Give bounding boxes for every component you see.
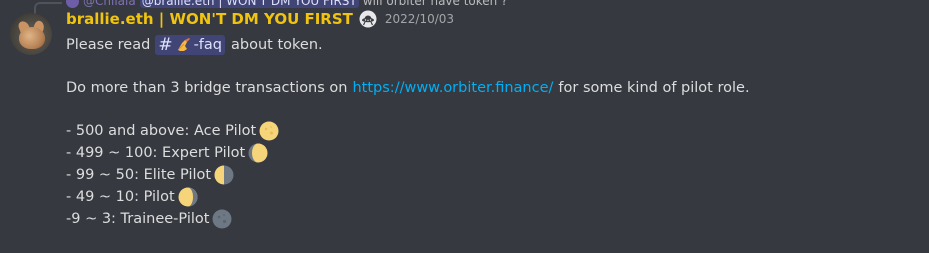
- ufo-icon[interactable]: [359, 10, 377, 28]
- first-quarter-moon-icon: [214, 165, 234, 185]
- avatar[interactable]: [10, 13, 52, 55]
- writing-hand-icon: [177, 38, 190, 51]
- reply-author[interactable]: @Chilala: [83, 0, 136, 8]
- channel-mention-faq[interactable]: # -faq: [155, 35, 226, 55]
- tier-label: - 49 ~ 10: Pilot: [66, 189, 175, 205]
- reply-avatar[interactable]: [66, 0, 79, 8]
- channel-hash: #: [158, 35, 173, 55]
- tier-expert: - 499 ~ 100: Expert Pilot: [66, 143, 268, 163]
- tier-label: - 99 ~ 50: Elite Pilot: [66, 167, 212, 183]
- tier-elite: - 99 ~ 50: Elite Pilot: [66, 165, 234, 185]
- reply-text[interactable]: will orbiter have token ?: [363, 0, 508, 8]
- timestamp[interactable]: 2022/10/03: [385, 12, 454, 26]
- channel-name: -faq: [193, 37, 223, 53]
- tier-pilot: - 49 ~ 10: Pilot: [66, 187, 198, 207]
- waxing-crescent-moon-icon: [178, 187, 198, 207]
- waxing-gibbous-moon-icon: [248, 143, 268, 163]
- tier-label: - 500 and above: Ace Pilot: [66, 123, 257, 139]
- username[interactable]: brallie.eth | WON'T DM YOU FIRST: [66, 10, 353, 28]
- tier-ace: - 500 and above: Ace Pilot: [66, 121, 279, 141]
- message-header: brallie.eth | WON'T DM YOU FIRST 2022/10…: [66, 10, 454, 28]
- reply-preview[interactable]: @Chilala @brallie.eth | WON'T DM YOU FIR…: [66, 0, 507, 8]
- new-moon-icon: [212, 209, 232, 229]
- line2-suffix: for some kind of pilot role.: [558, 80, 750, 96]
- line1-suffix: about token.: [231, 37, 323, 53]
- message-line-bridge: Do more than 3 bridge transactions on ht…: [66, 78, 750, 98]
- line2-prefix: Do more than 3 bridge transactions on: [66, 80, 348, 96]
- reply-connector: [34, 2, 62, 14]
- tier-label: - 499 ~ 100: Expert Pilot: [66, 145, 246, 161]
- tier-label: -9 ~ 3: Trainee-Pilot: [66, 211, 210, 227]
- line1-prefix: Please read: [66, 37, 151, 53]
- chat-message: @Chilala @brallie.eth | WON'T DM YOU FIR…: [0, 0, 929, 253]
- reply-user-mention[interactable]: @brallie.eth | WON'T DM YOU FIRST: [139, 0, 359, 8]
- tier-trainee: -9 ~ 3: Trainee-Pilot: [66, 209, 232, 229]
- orbiter-link[interactable]: https://www.orbiter.finance/: [352, 80, 553, 96]
- message-line-faq: Please read # -faq about token.: [66, 35, 323, 55]
- full-moon-icon: [259, 121, 279, 141]
